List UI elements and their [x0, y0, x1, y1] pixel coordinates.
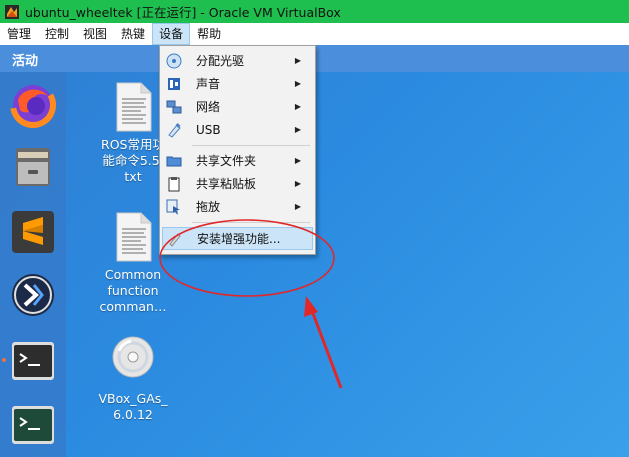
text-file-icon — [111, 81, 155, 133]
menu-item-usb[interactable]: USB ▶ — [162, 118, 313, 141]
terminal-icon[interactable] — [10, 402, 56, 448]
firefox-icon[interactable] — [10, 82, 56, 128]
dock — [0, 72, 66, 457]
running-indicator — [2, 358, 6, 362]
menu-item-label: 声音 — [196, 77, 221, 91]
menu-item-network[interactable]: 网络 ▶ — [162, 95, 313, 118]
menu-devices[interactable]: 设备 — [152, 23, 191, 45]
menu-separator — [192, 222, 310, 223]
guest-additions-icon — [167, 231, 183, 247]
optical-disc-icon — [111, 335, 155, 387]
menu-help[interactable]: 帮助 — [190, 23, 228, 45]
menu-item-shared-clipboard[interactable]: 共享粘贴板 ▶ — [162, 172, 313, 195]
optical-drive-icon — [166, 53, 182, 69]
usb-icon — [166, 122, 182, 138]
file-cabinet-icon[interactable] — [10, 144, 56, 190]
kde-connect-icon[interactable] — [10, 272, 56, 318]
menu-item-label: 分配光驱 — [196, 54, 245, 68]
submenu-arrow-icon: ▶ — [294, 56, 301, 65]
audio-icon — [166, 76, 182, 92]
submenu-arrow-icon: ▶ — [294, 202, 301, 211]
submenu-arrow-icon: ▶ — [294, 79, 301, 88]
activities-button[interactable]: 活动 — [12, 50, 38, 69]
menu-item-optical-drive[interactable]: 分配光驱 ▶ — [162, 49, 313, 72]
desktop-file-item[interactable]: VBox_GAs_ 6.0.12 — [88, 335, 178, 423]
menu-view[interactable]: 视图 — [76, 23, 114, 45]
submenu-arrow-icon: ▶ — [294, 179, 301, 188]
submenu-arrow-icon: ▶ — [294, 102, 301, 111]
menu-machine[interactable]: 管理 — [0, 23, 38, 45]
menu-item-label: USB — [196, 122, 221, 137]
sublime-text-icon[interactable] — [10, 209, 56, 255]
menu-item-label: 共享粘贴板 — [196, 177, 257, 191]
menu-item-label: 拖放 — [196, 200, 221, 214]
window-title: ubuntu_wheeltek [正在运行] - Oracle VM Virtu… — [25, 5, 341, 20]
desktop-file-label: VBox_GAs_ 6.0.12 — [98, 391, 168, 422]
submenu-arrow-icon: ▶ — [294, 125, 301, 134]
menu-item-audio[interactable]: 声音 ▶ — [162, 72, 313, 95]
menu-item-label: 网络 — [196, 100, 221, 114]
menu-item-label: 共享文件夹 — [196, 154, 257, 168]
terminal-icon[interactable] — [10, 338, 56, 384]
menu-item-shared-folders[interactable]: 共享文件夹 ▶ — [162, 149, 313, 172]
menu-item-label: 安装增强功能... — [197, 232, 281, 246]
submenu-arrow-icon: ▶ — [294, 156, 301, 165]
shared-folder-icon — [166, 153, 182, 169]
menu-item-install-guest-additions[interactable]: 安装增强功能... — [162, 227, 313, 250]
menubar: 管理 控制 视图 热键 设备 帮助 — [0, 23, 629, 45]
menu-separator — [192, 145, 310, 146]
clipboard-icon — [166, 176, 182, 192]
menu-item-drag-drop[interactable]: 拖放 ▶ — [162, 195, 313, 218]
menu-hotkeys[interactable]: 热键 — [114, 23, 152, 45]
devices-menu: 分配光驱 ▶ 声音 ▶ 网络 ▶ USB ▶ 共享文件夹 ▶ 共享粘贴板 ▶ 拖… — [159, 45, 316, 255]
desktop-file-label: Common function comman… — [99, 267, 167, 314]
menu-control[interactable]: 控制 — [38, 23, 76, 45]
text-file-icon — [111, 211, 155, 263]
window-titlebar[interactable]: ubuntu_wheeltek [正在运行] - Oracle VM Virtu… — [0, 0, 629, 23]
network-icon — [166, 99, 182, 115]
drag-drop-icon — [166, 199, 182, 215]
virtualbox-app-icon — [4, 4, 20, 20]
